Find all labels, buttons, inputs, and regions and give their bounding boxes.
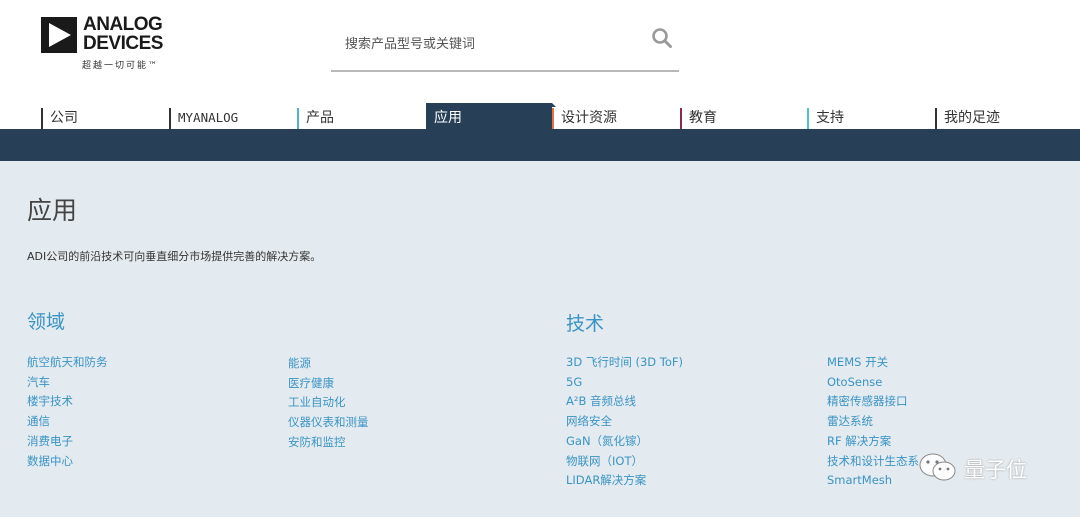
logo-wordmark: ANALOG DEVICES	[83, 14, 163, 54]
wechat-icon	[919, 453, 956, 481]
list-item[interactable]: 技术和设计生态系	[827, 452, 919, 472]
nav-dropdown-band	[0, 129, 1080, 161]
list-item[interactable]: 消费电子	[27, 432, 108, 452]
search-bar	[331, 22, 679, 72]
watermark-text: 量子位	[964, 458, 1027, 482]
list-item[interactable]: 数据中心	[27, 452, 108, 472]
watermark: 量子位	[918, 447, 1058, 487]
list-item[interactable]: 精密传感器接口	[827, 392, 919, 412]
analog-devices-logo[interactable]: ANALOG DEVICES 超越一切可能™	[41, 15, 181, 73]
page-title: 应用	[27, 196, 78, 225]
search-icon[interactable]	[651, 27, 673, 49]
nav-tab-applications[interactable]: 应用	[426, 103, 556, 129]
list-item[interactable]: GaN（氮化镓）	[566, 432, 683, 452]
list-item[interactable]: LIDAR解决方案	[566, 471, 683, 491]
nav-tab-education[interactable]: 教育	[680, 103, 717, 129]
nav-tab-company[interactable]: 公司	[41, 103, 78, 129]
list-item[interactable]: RF 解决方案	[827, 432, 919, 452]
list-item[interactable]: OtoSense	[827, 373, 919, 393]
search-input[interactable]	[345, 34, 635, 54]
list-item[interactable]: 楼宇技术	[27, 392, 108, 412]
list-item[interactable]: MEMS 开关	[827, 353, 919, 373]
list-item[interactable]: 安防和监控	[288, 433, 369, 453]
list-item[interactable]: SmartMesh	[827, 471, 919, 491]
list-item[interactable]: 网络安全	[566, 412, 683, 432]
page-description: ADI公司的前沿技术可向垂直细分市场提供完善的解决方案。	[27, 250, 322, 263]
list-item[interactable]: 雷达系统	[827, 412, 919, 432]
section-title-technologies: 技术	[566, 313, 605, 335]
list-item[interactable]: 能源	[288, 354, 369, 374]
markets-list-col1: 航空航天和防务 汽车 楼宇技术 通信 消费电子 数据中心	[27, 353, 108, 471]
logo-tagline: 超越一切可能™	[82, 61, 160, 71]
section-title-markets: 领域	[27, 311, 66, 333]
list-item[interactable]: 汽车	[27, 373, 108, 393]
technologies-list-col2: MEMS 开关 OtoSense 精密传感器接口 雷达系统 RF 解决方案 技术…	[827, 353, 919, 491]
list-item[interactable]: A²B 音频总线	[566, 392, 683, 412]
nav-tab-support[interactable]: 支持	[807, 103, 844, 129]
logo-triangle-icon	[41, 17, 77, 53]
nav-tab-products[interactable]: 产品	[297, 103, 334, 129]
main-nav: 公司 MYANALOG 产品 应用 设计资源 教育 支持 我的足迹	[0, 103, 1080, 129]
markets-list-col2: 能源 医疗健康 工业自动化 仪器仪表和测量 安防和监控	[288, 354, 369, 453]
list-item[interactable]: 3D 飞行时间 (3D ToF)	[566, 353, 683, 373]
list-item[interactable]: 通信	[27, 412, 108, 432]
list-item[interactable]: 航空航天和防务	[27, 353, 108, 373]
list-item[interactable]: 仪器仪表和测量	[288, 413, 369, 433]
list-item[interactable]: 物联网（IOT）	[566, 452, 683, 472]
technologies-list-col1: 3D 飞行时间 (3D ToF) 5G A²B 音频总线 网络安全 GaN（氮化…	[566, 353, 683, 491]
list-item[interactable]: 5G	[566, 373, 683, 393]
list-item[interactable]: 医疗健康	[288, 374, 369, 394]
nav-tab-design-resources[interactable]: 设计资源	[552, 103, 617, 129]
nav-tab-myanalog[interactable]: MYANALOG	[169, 103, 238, 129]
list-item[interactable]: 工业自动化	[288, 393, 369, 413]
nav-tab-my-history[interactable]: 我的足迹	[935, 103, 1000, 129]
